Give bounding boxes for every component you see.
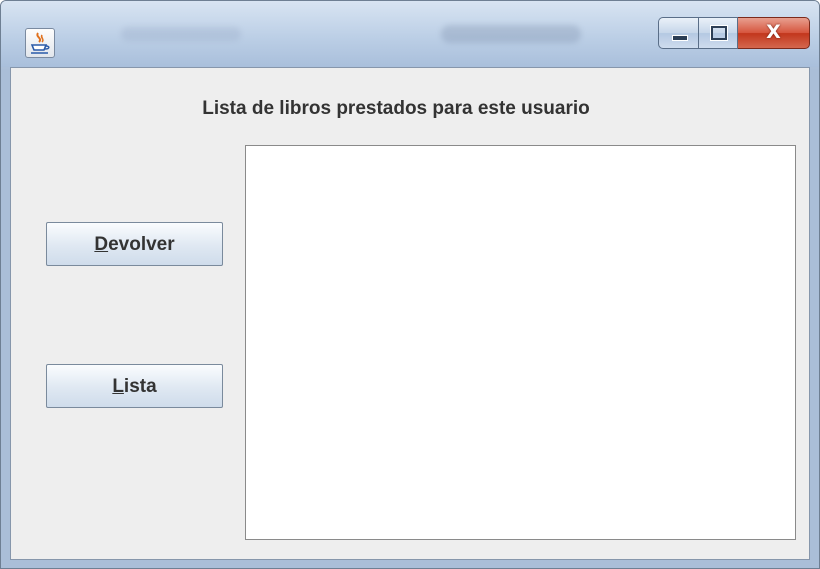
minimize-button[interactable] (658, 17, 698, 49)
blurred-background (441, 25, 581, 43)
maximize-button[interactable] (698, 17, 738, 49)
blurred-background (121, 27, 241, 41)
borrowed-books-list[interactable] (245, 145, 796, 540)
devolver-label: evolver (108, 234, 175, 255)
minimize-icon (672, 35, 688, 41)
content-panel: Lista de libros prestados para este usua… (10, 67, 810, 560)
lista-button[interactable]: Lista (46, 364, 223, 408)
close-icon: X (766, 21, 781, 43)
lista-mnemonic: L (112, 376, 124, 397)
application-window: X Lista de libros prestados para este us… (0, 0, 820, 569)
devolver-button[interactable]: Devolver (46, 222, 223, 266)
caption-buttons: X (658, 17, 810, 49)
java-cup-icon[interactable] (25, 28, 55, 58)
close-button[interactable]: X (738, 17, 810, 49)
lista-label: ista (123, 376, 157, 397)
maximize-icon (710, 25, 728, 41)
title-bar[interactable]: X (1, 1, 819, 67)
devolver-mnemonic: D (94, 234, 109, 255)
page-title: Lista de libros prestados para este usua… (202, 98, 590, 119)
